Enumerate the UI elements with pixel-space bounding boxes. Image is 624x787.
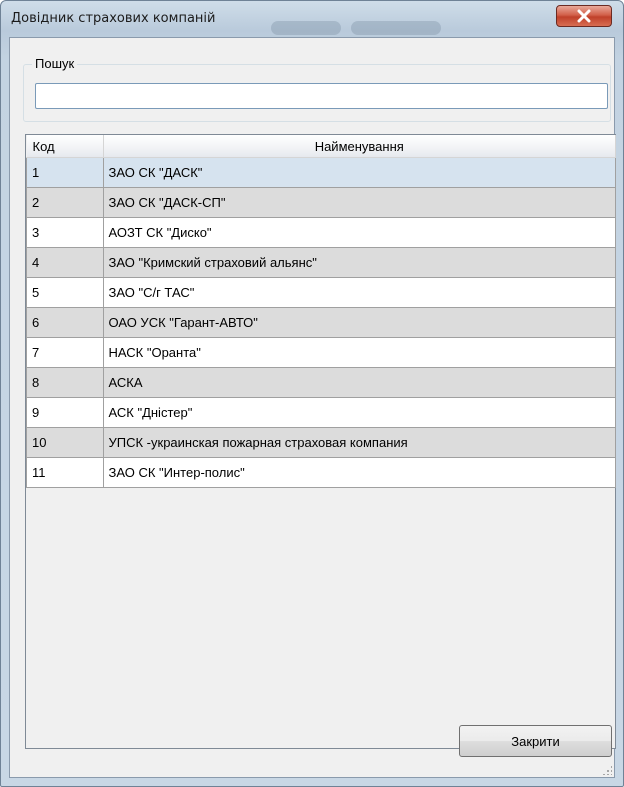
title-bar-glass-reflection-2 <box>351 21 441 35</box>
cell-name: АОЗТ СК "Диско" <box>102 217 616 248</box>
cell-name: АСК "Дністер" <box>102 397 616 428</box>
table-row[interactable]: 4 ЗАО "Кримский страховий альянс" <box>26 247 616 278</box>
search-input[interactable] <box>35 83 608 109</box>
cell-code: 6 <box>26 307 104 338</box>
table-row[interactable]: 3 АОЗТ СК "Диско" <box>26 217 616 248</box>
companies-grid[interactable]: Код Найменування 1 ЗАО СК "ДАСК" 2 ЗАО СК "… <box>25 134 616 749</box>
table-row[interactable]: 10 УПСК -украинская пожарная страховая ко… <box>26 427 616 458</box>
resize-grip[interactable] <box>602 765 612 775</box>
table-row[interactable]: 6 ОАО УСК "Гарант-АВТО" <box>26 307 616 338</box>
cell-name: ЗАО "Кримский страховий альянс" <box>102 247 616 278</box>
cell-name: ОАО УСК "Гарант-АВТО" <box>102 307 616 338</box>
table-row[interactable]: 11 ЗАО СК "Интер-полис" <box>26 457 616 488</box>
cell-code: 11 <box>26 457 104 488</box>
cell-code: 1 <box>26 157 104 188</box>
close-icon <box>577 9 591 23</box>
cell-code: 8 <box>26 367 104 398</box>
cell-code: 3 <box>26 217 104 248</box>
table-header-row: Код Найменування <box>26 135 616 158</box>
cell-code: 2 <box>26 187 104 218</box>
window-title: Довідник страхових компаній <box>11 11 216 26</box>
cell-name: ЗАО СК "ДАСК-СП" <box>102 187 616 218</box>
column-header-code[interactable]: Код <box>26 135 104 158</box>
search-group-label: Пошук <box>32 56 78 71</box>
cell-code: 4 <box>26 247 104 278</box>
cell-name: ЗАО СК "Интер-полис" <box>102 457 616 488</box>
cell-code: 5 <box>26 277 104 308</box>
cell-name: ЗАО СК "ДАСК" <box>102 157 616 188</box>
table-row[interactable]: 7 НАСК "Оранта" <box>26 337 616 368</box>
table-row[interactable]: 1 ЗАО СК "ДАСК" <box>26 157 616 188</box>
dialog-client-area: Пошук Код Найменування 1 ЗАО СК "ДАСК" 2 ЗА… <box>9 37 616 778</box>
column-header-name[interactable]: Найменування <box>103 135 616 158</box>
cell-name: АСКА <box>102 367 616 398</box>
cell-name: УПСК -украинская пожарная страховая комп… <box>102 427 616 458</box>
cell-code: 10 <box>26 427 104 458</box>
table-row[interactable]: 2 ЗАО СК "ДАСК-СП" <box>26 187 616 218</box>
table-row[interactable]: 9 АСК "Дністер" <box>26 397 616 428</box>
window-close-button[interactable] <box>556 5 612 27</box>
title-bar-glass-reflection <box>271 21 341 35</box>
cell-name: НАСК "Оранта" <box>102 337 616 368</box>
cell-code: 7 <box>26 337 104 368</box>
cell-name: ЗАО "С/г ТАС" <box>102 277 616 308</box>
table-row[interactable]: 8 АСКА <box>26 367 616 398</box>
search-group: Пошук <box>23 56 611 122</box>
table-row[interactable]: 5 ЗАО "С/г ТАС" <box>26 277 616 308</box>
dialog-window: Довідник страхових компаній Пошук Код На… <box>0 0 624 787</box>
close-button[interactable]: Закрити <box>459 725 612 757</box>
companies-table: Код Найменування 1 ЗАО СК "ДАСК" 2 ЗАО СК "… <box>26 135 616 488</box>
title-bar[interactable]: Довідник страхових компаній <box>1 1 623 37</box>
cell-code: 9 <box>26 397 104 428</box>
